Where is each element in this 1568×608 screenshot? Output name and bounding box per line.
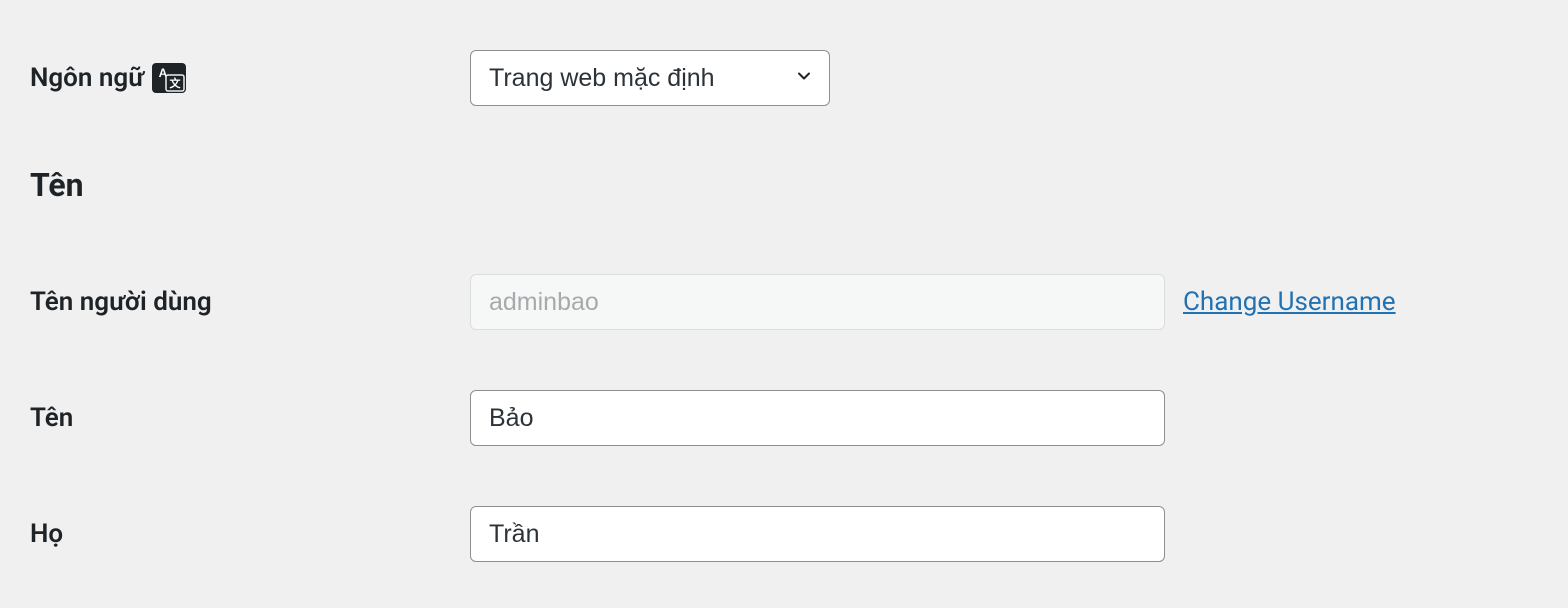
last-name-input[interactable] (470, 506, 1165, 562)
first-name-row: Tên (30, 390, 1538, 446)
last-name-label: Họ (30, 519, 470, 549)
language-label: Ngôn ngữ A 文 (30, 63, 470, 93)
language-row: Ngôn ngữ A 文 Trang web mặc định (30, 50, 1538, 106)
translate-icon: A 文 (152, 63, 186, 93)
translate-svg: A 文 (152, 63, 186, 93)
language-select-wrapper: Trang web mặc định (470, 50, 830, 106)
language-select[interactable]: Trang web mặc định (470, 50, 830, 106)
change-username-link[interactable]: Change Username (1183, 287, 1396, 317)
first-name-label: Tên (30, 403, 470, 433)
last-name-row: Họ (30, 506, 1538, 562)
first-name-input[interactable] (470, 390, 1165, 446)
username-label: Tên người dùng (30, 287, 470, 317)
username-row: Tên người dùng Change Username (30, 274, 1538, 330)
section-name-heading: Tên (30, 166, 1538, 204)
svg-text:文: 文 (170, 76, 182, 90)
username-input (470, 274, 1165, 330)
language-label-text: Ngôn ngữ (30, 63, 144, 93)
